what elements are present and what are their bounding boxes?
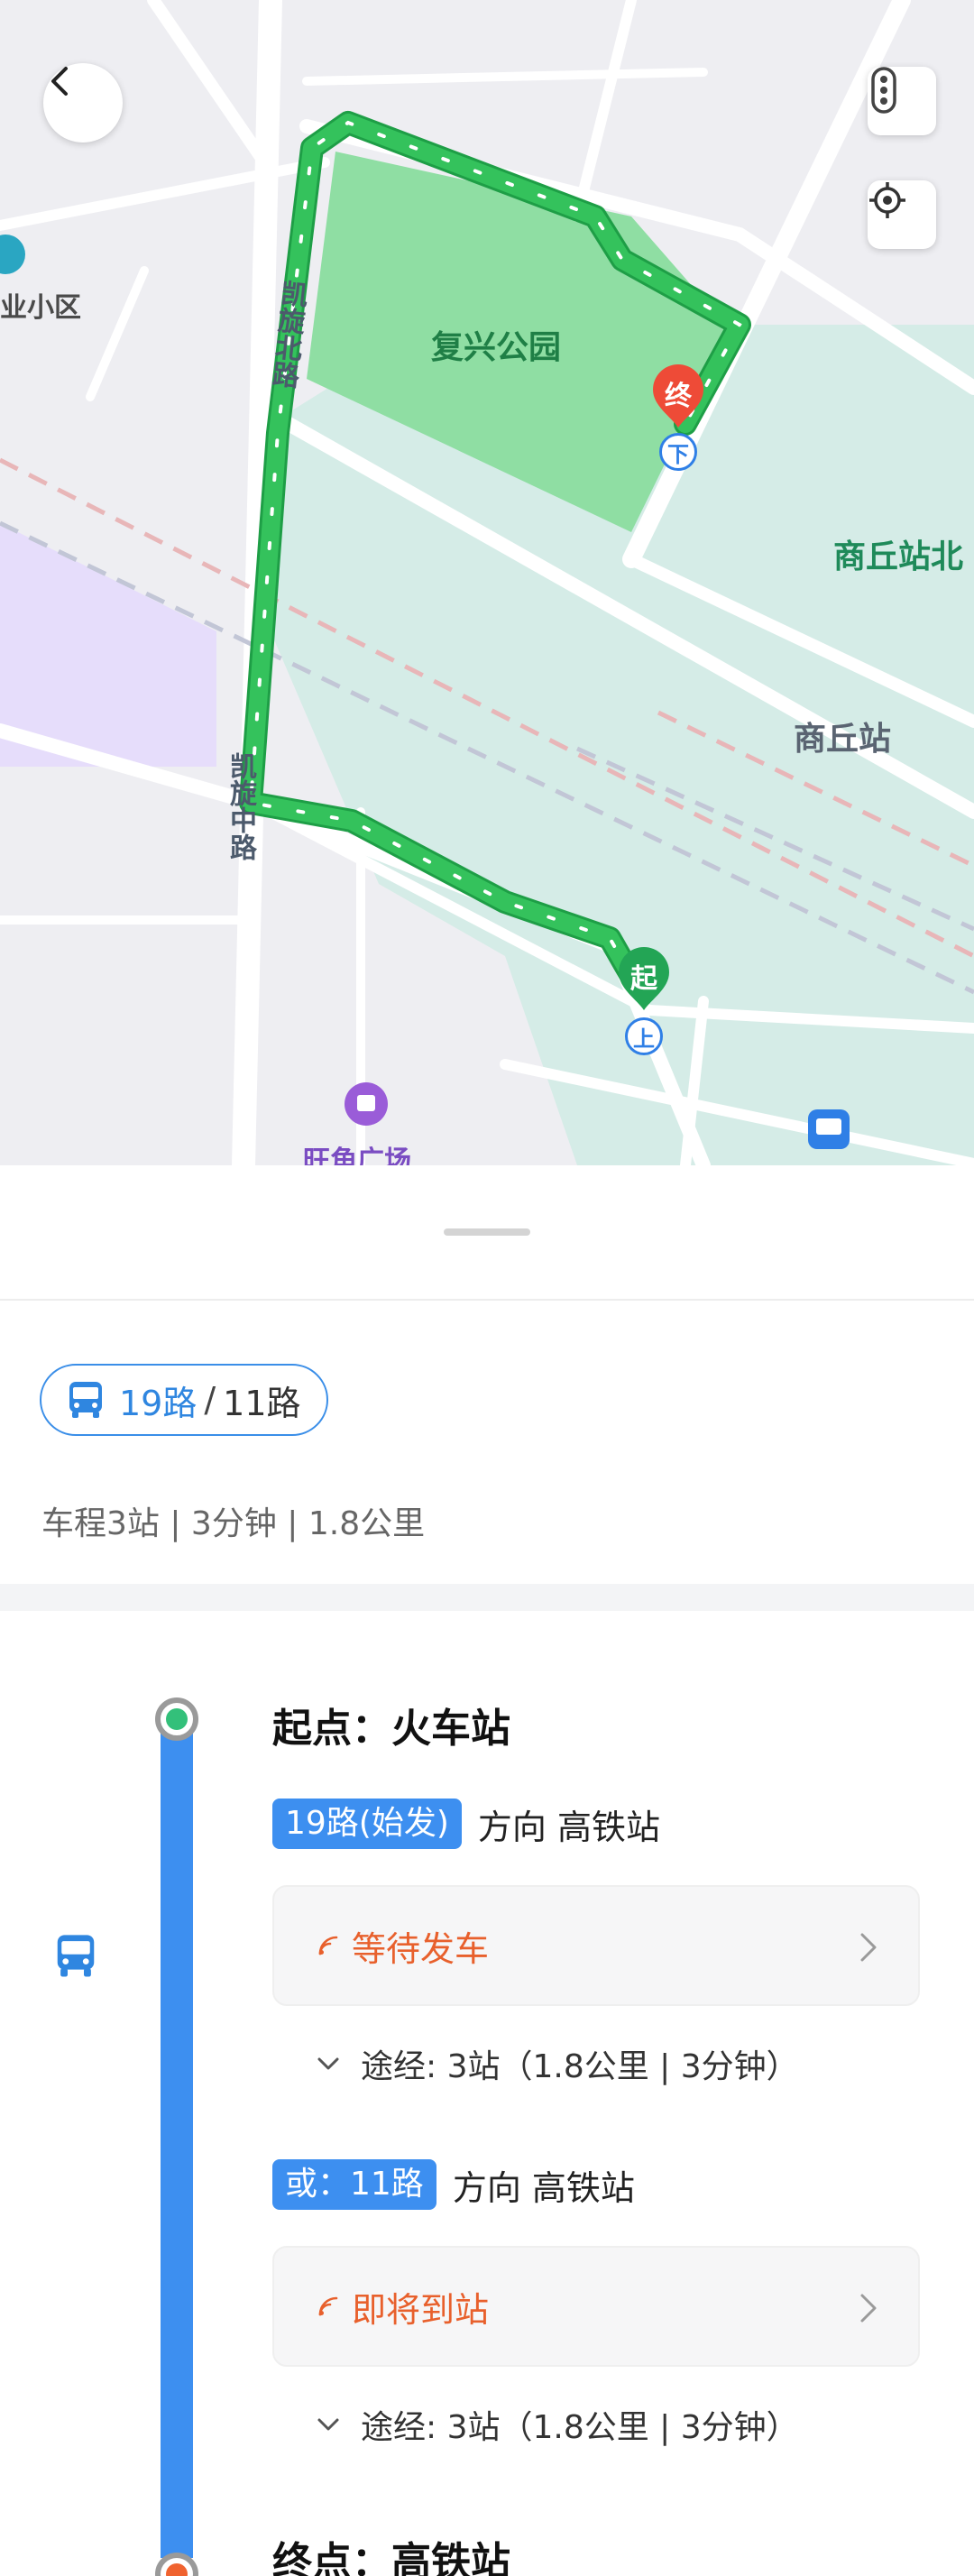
end-stop-title: 终点：高铁站 — [272, 2539, 510, 2576]
bus-mode-icon — [52, 1932, 99, 1984]
end-marker[interactable]: 终 下 — [651, 364, 705, 473]
end-marker-text: 终 — [665, 381, 692, 412]
line-tag: 19路(始发) — [272, 1799, 462, 1849]
chevron-down-icon — [316, 2056, 341, 2072]
via-stops-text: 途经: 3站（1.8公里 | 3分钟） — [361, 2048, 799, 2085]
back-arrow-icon — [51, 67, 68, 96]
trip-summary: 车程3站 | 3分钟 | 1.8公里 — [41, 1505, 426, 1542]
plaza-label: 旺角广场 — [303, 1145, 411, 1165]
line-option-2[interactable]: 或：11路 方向 高铁站 — [272, 2159, 635, 2210]
realtime-status-text: 即将到站 — [352, 2289, 490, 2330]
park-label: 复兴公园 — [431, 329, 562, 366]
route-separator: / — [204, 1380, 216, 1420]
traffic-toggle-button[interactable] — [868, 67, 936, 135]
station-north-label: 商丘站北 — [833, 538, 964, 575]
start-marker-text: 起 — [630, 963, 657, 995]
line-tag: 或：11路 — [272, 2159, 436, 2210]
board-badge-text: 上 — [633, 1026, 655, 1052]
route-detail-sheet: 19路 / 11路 车程3站 | 3分钟 | 1.8公里 起点：火车站 19路(… — [0, 1165, 974, 2576]
route-timeline-bar — [161, 1717, 193, 2558]
realtime-signal-icon — [317, 1935, 339, 1956]
via-stops-text: 途经: 3站（1.8公里 | 3分钟） — [361, 2409, 799, 2446]
alight-badge-text: 下 — [667, 441, 689, 467]
bus-icon — [65, 1379, 106, 1421]
realtime-signal-icon — [317, 2295, 339, 2317]
line-direction: 方向 高铁站 — [477, 1807, 660, 1847]
back-button[interactable] — [43, 63, 123, 143]
start-marker[interactable]: 起 上 — [617, 947, 671, 1064]
start-stop-title: 起点：火车站 — [272, 1706, 510, 1752]
chevron-right-icon — [860, 1933, 877, 1962]
realtime-status-card[interactable]: 等待发车 — [272, 1885, 920, 2006]
station-label: 商丘站 — [794, 721, 892, 758]
via-stops-toggle[interactable]: 途经: 3站（1.8公里 | 3分钟） — [316, 2040, 799, 2087]
bus-route-chip[interactable]: 19路 / 11路 — [40, 1364, 328, 1436]
locate-button[interactable] — [868, 180, 936, 249]
realtime-status-card[interactable]: 即将到站 — [272, 2246, 920, 2367]
chevron-right-icon — [860, 2294, 877, 2323]
road-label-middle: 凯旋中路 — [225, 752, 256, 860]
route-map[interactable]: 复兴公园 凯旋北路 凯旋中路 业小区 商丘站北 商丘站 旺角广场 终 下 起 上 — [0, 0, 974, 1165]
realtime-status-text: 等待发车 — [352, 1928, 490, 1969]
section-separator — [0, 1584, 974, 1611]
start-node — [155, 1697, 198, 1741]
line-option-1[interactable]: 19路(始发) 方向 高铁站 — [272, 1799, 660, 1849]
district-label: 业小区 — [0, 292, 81, 324]
board-badge: 上 — [625, 1017, 663, 1055]
traffic-light-icon — [871, 67, 896, 114]
map-canvas — [0, 0, 974, 1165]
via-stops-toggle[interactable]: 途经: 3站（1.8公里 | 3分钟） — [316, 2401, 799, 2448]
locate-icon — [869, 182, 905, 218]
divider — [0, 1299, 974, 1301]
chevron-down-icon — [316, 2416, 341, 2433]
line-direction: 方向 高铁站 — [452, 2167, 635, 2208]
primary-route-label: 19路 — [119, 1383, 198, 1423]
secondary-route-label: 11路 — [223, 1383, 301, 1423]
sheet-drag-handle[interactable] — [444, 1228, 530, 1236]
alight-badge: 下 — [659, 433, 697, 471]
